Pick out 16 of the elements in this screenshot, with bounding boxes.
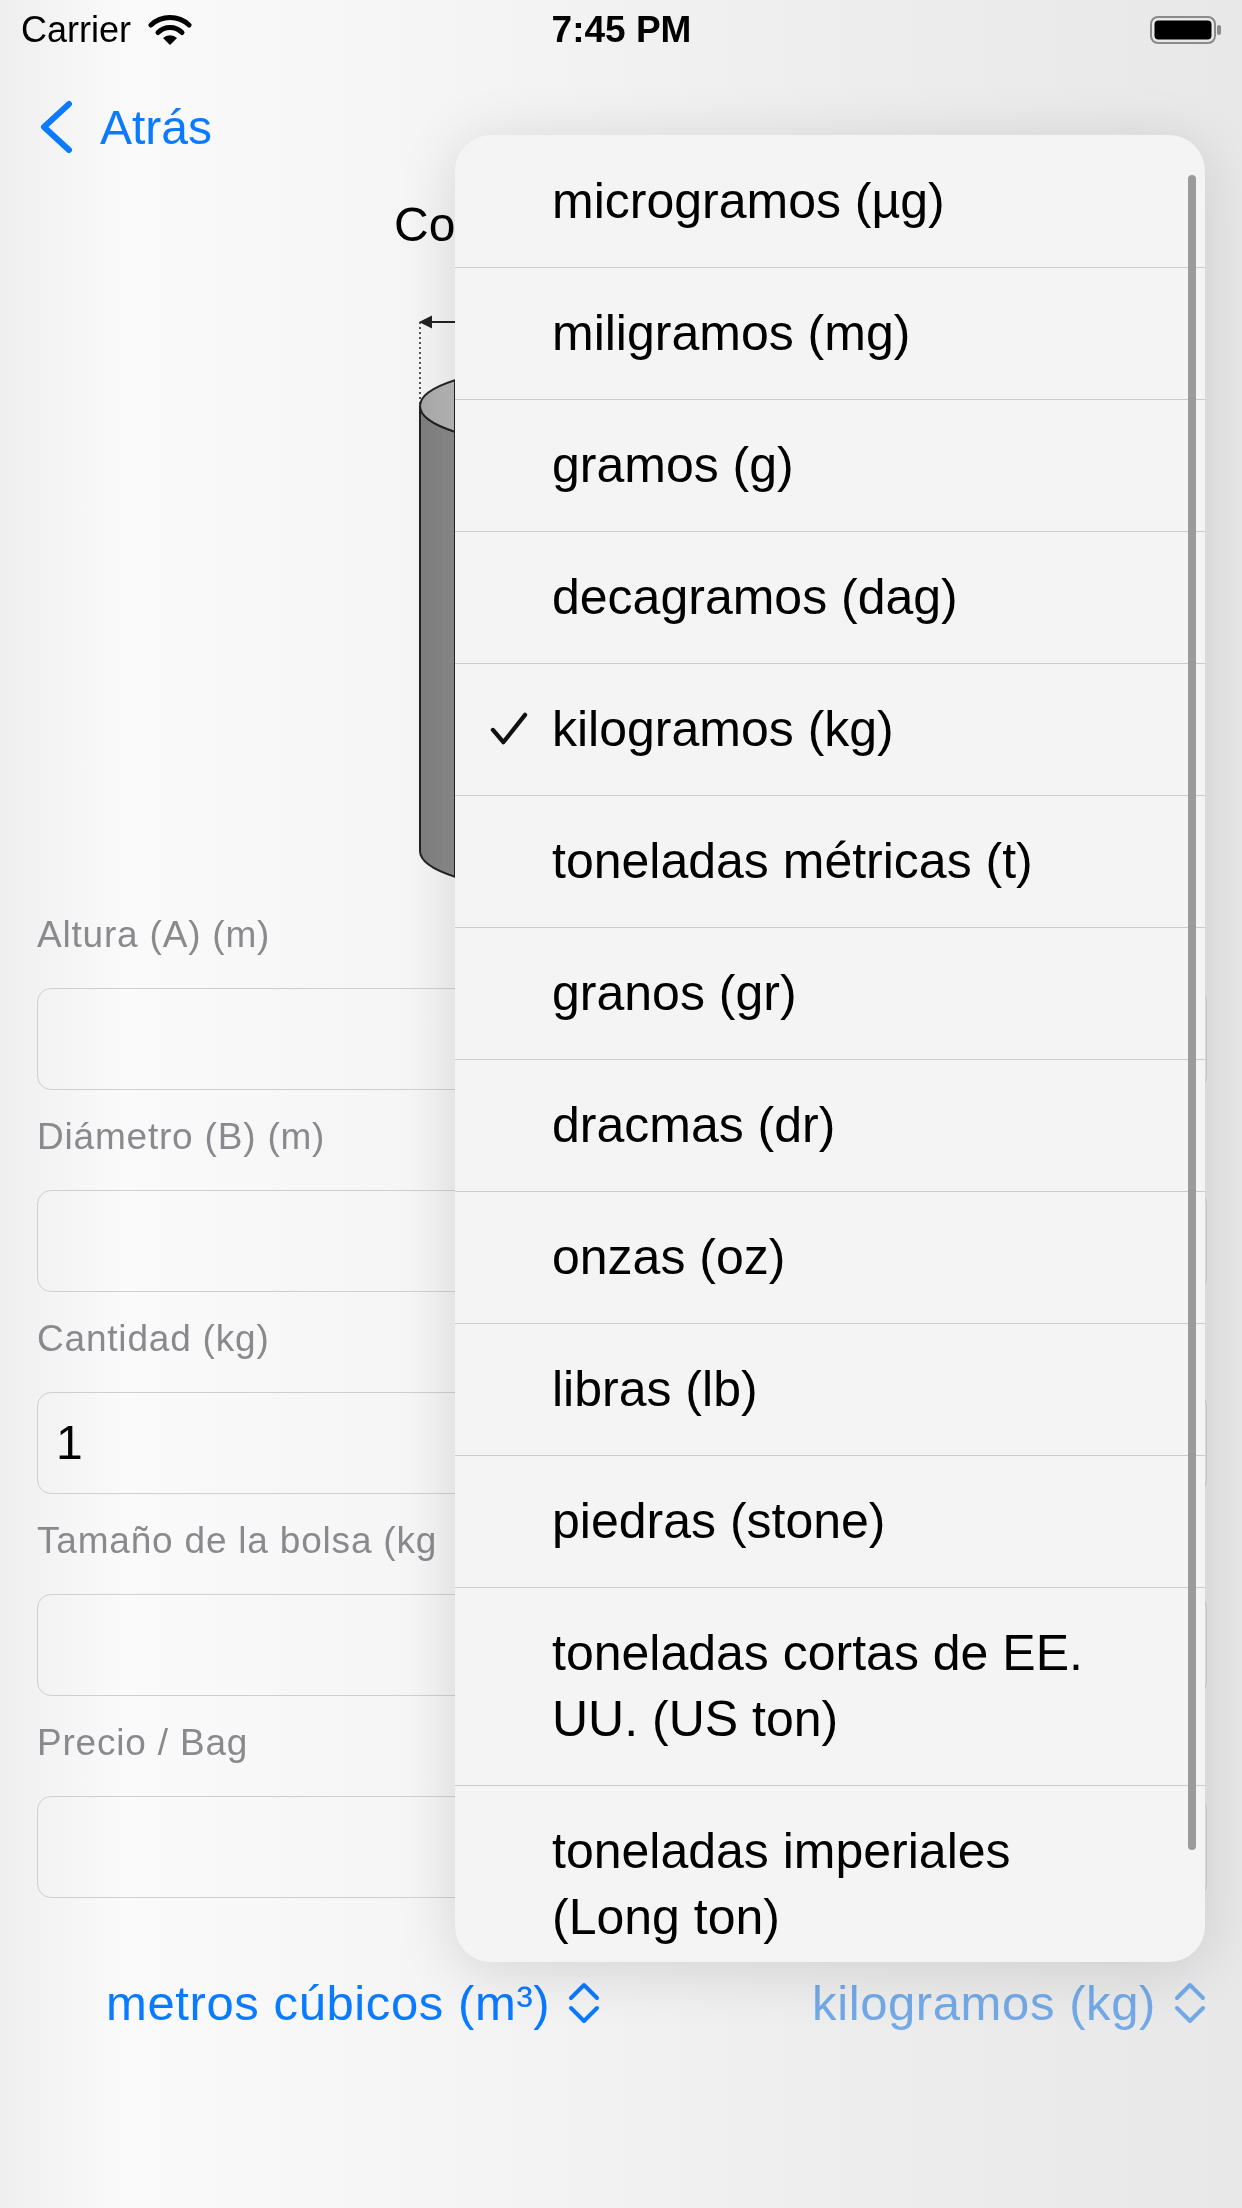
clock-time: 7:45 PM <box>551 9 692 51</box>
chevron-left-icon <box>38 100 74 154</box>
battery-icon <box>1150 16 1222 44</box>
unit-picker-button[interactable]: metros cúbicos (m³) <box>106 1975 602 2031</box>
field-label: Altura (A) (m) <box>37 913 271 957</box>
page-title: Co <box>394 197 456 253</box>
chevron-up-down-icon <box>1173 1980 1207 2026</box>
field-label: Tamaño de la bolsa (kg <box>37 1519 438 1563</box>
back-button[interactable]: Atrás <box>38 99 213 155</box>
chevron-up-down-icon <box>567 1980 602 2026</box>
field-label: Cantidad (kg) <box>37 1317 270 1361</box>
carrier-name: Carrier <box>21 9 131 51</box>
field-label: Diámetro (B) (m) <box>37 1115 326 1159</box>
wifi-icon <box>148 14 192 46</box>
field-label: Precio / Bag <box>37 1721 249 1765</box>
menu-item[interactable]: microgramos (µg) <box>455 135 1205 267</box>
